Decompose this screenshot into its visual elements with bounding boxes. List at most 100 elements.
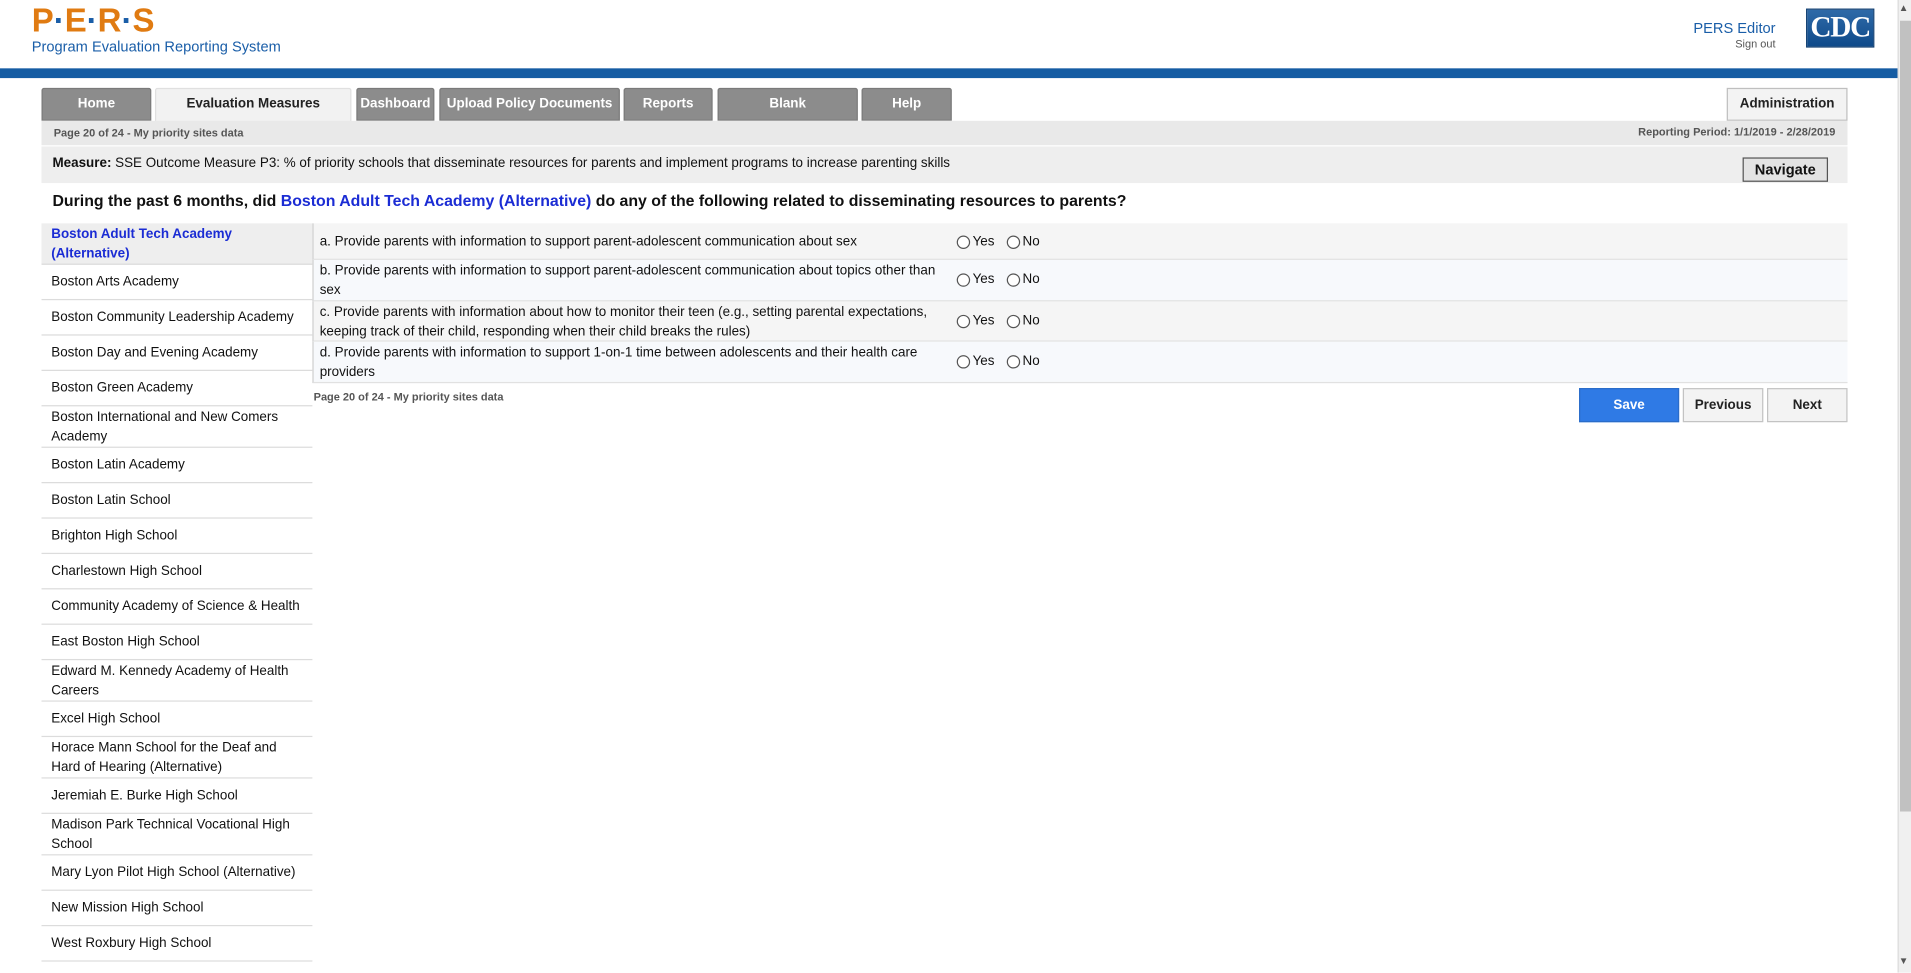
radio-no[interactable] xyxy=(1006,234,1021,249)
site-item-boston-latin-school[interactable]: Boston Latin School xyxy=(41,483,313,519)
cdc-logo: CDC xyxy=(1806,8,1875,48)
site-item-boston-community-leadership-academy[interactable]: Boston Community Leadership Academy xyxy=(41,300,313,336)
tab-home[interactable]: Home xyxy=(41,87,152,121)
site-list: Boston Adult Tech Academy (Alternative) … xyxy=(41,223,313,962)
site-item-label: Boston Day and Evening Academy xyxy=(51,345,258,360)
site-item-boston-arts-academy[interactable]: Boston Arts Academy xyxy=(41,265,313,301)
scroll-up-arrow-icon[interactable]: ▲ xyxy=(1899,2,1909,13)
site-item-boston-day-and-evening-academy[interactable]: Boston Day and Evening Academy xyxy=(41,336,313,371)
pers-logo[interactable]: P·E·R·S Program Evaluation Reporting Sys… xyxy=(32,4,281,55)
site-item-boston-adult-tech-academy[interactable]: Boston Adult Tech Academy (Alternative) xyxy=(41,223,313,265)
tab-help[interactable]: Help xyxy=(861,87,952,121)
site-item-mary-lyon-pilot-high-school[interactable]: Mary Lyon Pilot High School (Alternative… xyxy=(41,855,313,891)
question-item-c: c. Provide parents with information abou… xyxy=(312,301,1848,342)
tab-upload-policy-documents[interactable]: Upload Policy Documents xyxy=(439,87,620,121)
question-item-text: a. Provide parents with information to s… xyxy=(319,234,857,249)
question-items: a. Provide parents with information to s… xyxy=(312,223,1848,384)
measure-bar: Measure: SSE Outcome Measure P3: % of pr… xyxy=(41,146,1848,184)
question-item-text: b. Provide parents with information to s… xyxy=(319,263,936,298)
site-item-horace-mann-school[interactable]: Horace Mann School for the Deaf and Hard… xyxy=(41,737,313,779)
save-button[interactable]: Save xyxy=(1579,388,1680,423)
site-item-boston-latin-academy[interactable]: Boston Latin Academy xyxy=(41,448,313,484)
radio-no[interactable] xyxy=(1006,354,1021,368)
administration-button[interactable]: Administration xyxy=(1726,87,1848,121)
radio-yes-label: Yes xyxy=(972,313,995,329)
site-item-boston-green-academy[interactable]: Boston Green Academy xyxy=(41,371,313,407)
question-school: Boston Adult Tech Academy (Alternative) xyxy=(280,191,592,210)
site-item-label: Jeremiah E. Burke High School xyxy=(51,788,238,803)
previous-button[interactable]: Previous xyxy=(1682,388,1764,423)
yes-no-group: Yes No xyxy=(956,272,1052,287)
site-item-jeremiah-e-burke-high-school[interactable]: Jeremiah E. Burke High School xyxy=(41,779,313,814)
radio-yes[interactable] xyxy=(956,272,971,287)
radio-no-label: No xyxy=(1022,272,1040,287)
radio-yes[interactable] xyxy=(956,314,971,328)
radio-yes[interactable] xyxy=(956,234,971,249)
radio-no-label: No xyxy=(1022,234,1040,249)
scroll-down-arrow-icon[interactable]: ▼ xyxy=(1899,955,1909,966)
site-item-brighton-high-school[interactable]: Brighton High School xyxy=(41,519,313,555)
tab-dashboard[interactable]: Dashboard xyxy=(356,87,435,121)
site-item-community-academy-of-science-and-health[interactable]: Community Academy of Science & Health xyxy=(41,589,313,625)
sign-out-link[interactable]: Sign out xyxy=(1693,38,1775,50)
site-item-label: Horace Mann School for the Deaf and Hard… xyxy=(51,740,277,775)
site-item-label: Boston Latin School xyxy=(51,493,171,508)
question-item-text: d. Provide parents with information to s… xyxy=(319,345,918,380)
site-item-label: Boston Green Academy xyxy=(51,380,194,396)
logo-letter: P xyxy=(31,2,54,40)
site-item-excel-high-school[interactable]: Excel High School xyxy=(41,702,313,738)
radio-no-label: No xyxy=(1022,313,1040,329)
radio-no[interactable] xyxy=(1006,314,1021,328)
site-item-label: Charlestown High School xyxy=(51,563,202,579)
tab-evaluation-measures-reporting[interactable]: Evaluation Measures Reporting xyxy=(154,87,352,142)
tab-reports[interactable]: Reports xyxy=(623,87,713,121)
user-name: PERS Editor xyxy=(1693,19,1776,37)
question-item-text: c. Provide parents with information abou… xyxy=(319,305,928,340)
radio-yes-label: Yes xyxy=(972,353,995,369)
site-item-label: Boston Latin Academy xyxy=(51,457,185,473)
site-item-label: East Boston High School xyxy=(51,634,200,650)
measure-text: SSE Outcome Measure P3: % of priority sc… xyxy=(115,156,951,171)
page-status-footer: Page 20 of 24 - My priority sites data xyxy=(313,390,504,403)
yes-no-group: Yes No xyxy=(956,234,1052,249)
site-item-label: Excel High School xyxy=(51,711,161,727)
radio-yes-label: Yes xyxy=(972,272,995,287)
radio-yes-label: Yes xyxy=(972,234,995,249)
user-block: PERS Editor Sign out xyxy=(1693,20,1775,51)
logo-dot: · xyxy=(86,2,98,40)
site-item-label: Boston Arts Academy xyxy=(51,274,179,290)
site-item-west-roxbury-high-school[interactable]: West Roxbury High School xyxy=(41,926,313,962)
scrollbar-thumb[interactable] xyxy=(1900,20,1911,812)
site-item-label: New Mission High School xyxy=(51,900,204,916)
site-item-charlestown-high-school[interactable]: Charlestown High School xyxy=(41,554,313,590)
question-suffix: do any of the following related to disse… xyxy=(595,191,1127,210)
question-prefix: During the past 6 months, did xyxy=(52,191,277,210)
site-item-label: Boston Adult Tech Academy (Alternative) xyxy=(51,226,232,261)
site-item-boston-international-and-new-comers-academy[interactable]: Boston International and New Comers Acad… xyxy=(41,406,313,448)
site-item-label: Brighton High School xyxy=(51,528,178,544)
navigate-button[interactable]: Navigate xyxy=(1742,157,1829,182)
radio-no[interactable] xyxy=(1006,272,1021,287)
tab-blank-questionnaires[interactable]: Blank Questionnaires xyxy=(717,87,858,142)
yes-no-group: Yes No xyxy=(956,353,1052,369)
info-bar: Page 20 of 24 - My priority sites data R… xyxy=(41,120,1848,146)
site-item-label: Madison Park Technical Vocational High S… xyxy=(51,816,290,852)
yes-no-group: Yes No xyxy=(956,313,1052,329)
logo-letter: S xyxy=(132,2,155,40)
site-item-label: West Roxbury High School xyxy=(51,935,212,951)
question-item-a: a. Provide parents with information to s… xyxy=(312,223,1848,260)
site-item-edward-m-kennedy-academy[interactable]: Edward M. Kennedy Academy of Health Care… xyxy=(41,660,313,702)
radio-yes[interactable] xyxy=(956,354,971,368)
site-item-madison-park-technical-vocational-high-school[interactable]: Madison Park Technical Vocational High S… xyxy=(41,814,313,856)
measure-description: Measure: SSE Outcome Measure P3: % of pr… xyxy=(52,156,950,171)
next-button[interactable]: Next xyxy=(1766,388,1848,423)
site-item-new-mission-high-school[interactable]: New Mission High School xyxy=(41,891,313,927)
question-item-d: d. Provide parents with information to s… xyxy=(312,341,1848,384)
site-item-east-boston-high-school[interactable]: East Boston High School xyxy=(41,625,313,661)
question-item-b: b. Provide parents with information to s… xyxy=(312,259,1848,302)
reporting-period: Reporting Period: 1/1/2019 - 2/28/2019 xyxy=(1638,125,1836,138)
site-item-label: Community Academy of Science & Health xyxy=(51,599,300,614)
site-item-label: Boston International and New Comers Acad… xyxy=(51,409,279,444)
site-item-label: Mary Lyon Pilot High School (Alternative… xyxy=(51,865,296,880)
question-heading: During the past 6 months, did Boston Adu… xyxy=(52,192,1126,210)
